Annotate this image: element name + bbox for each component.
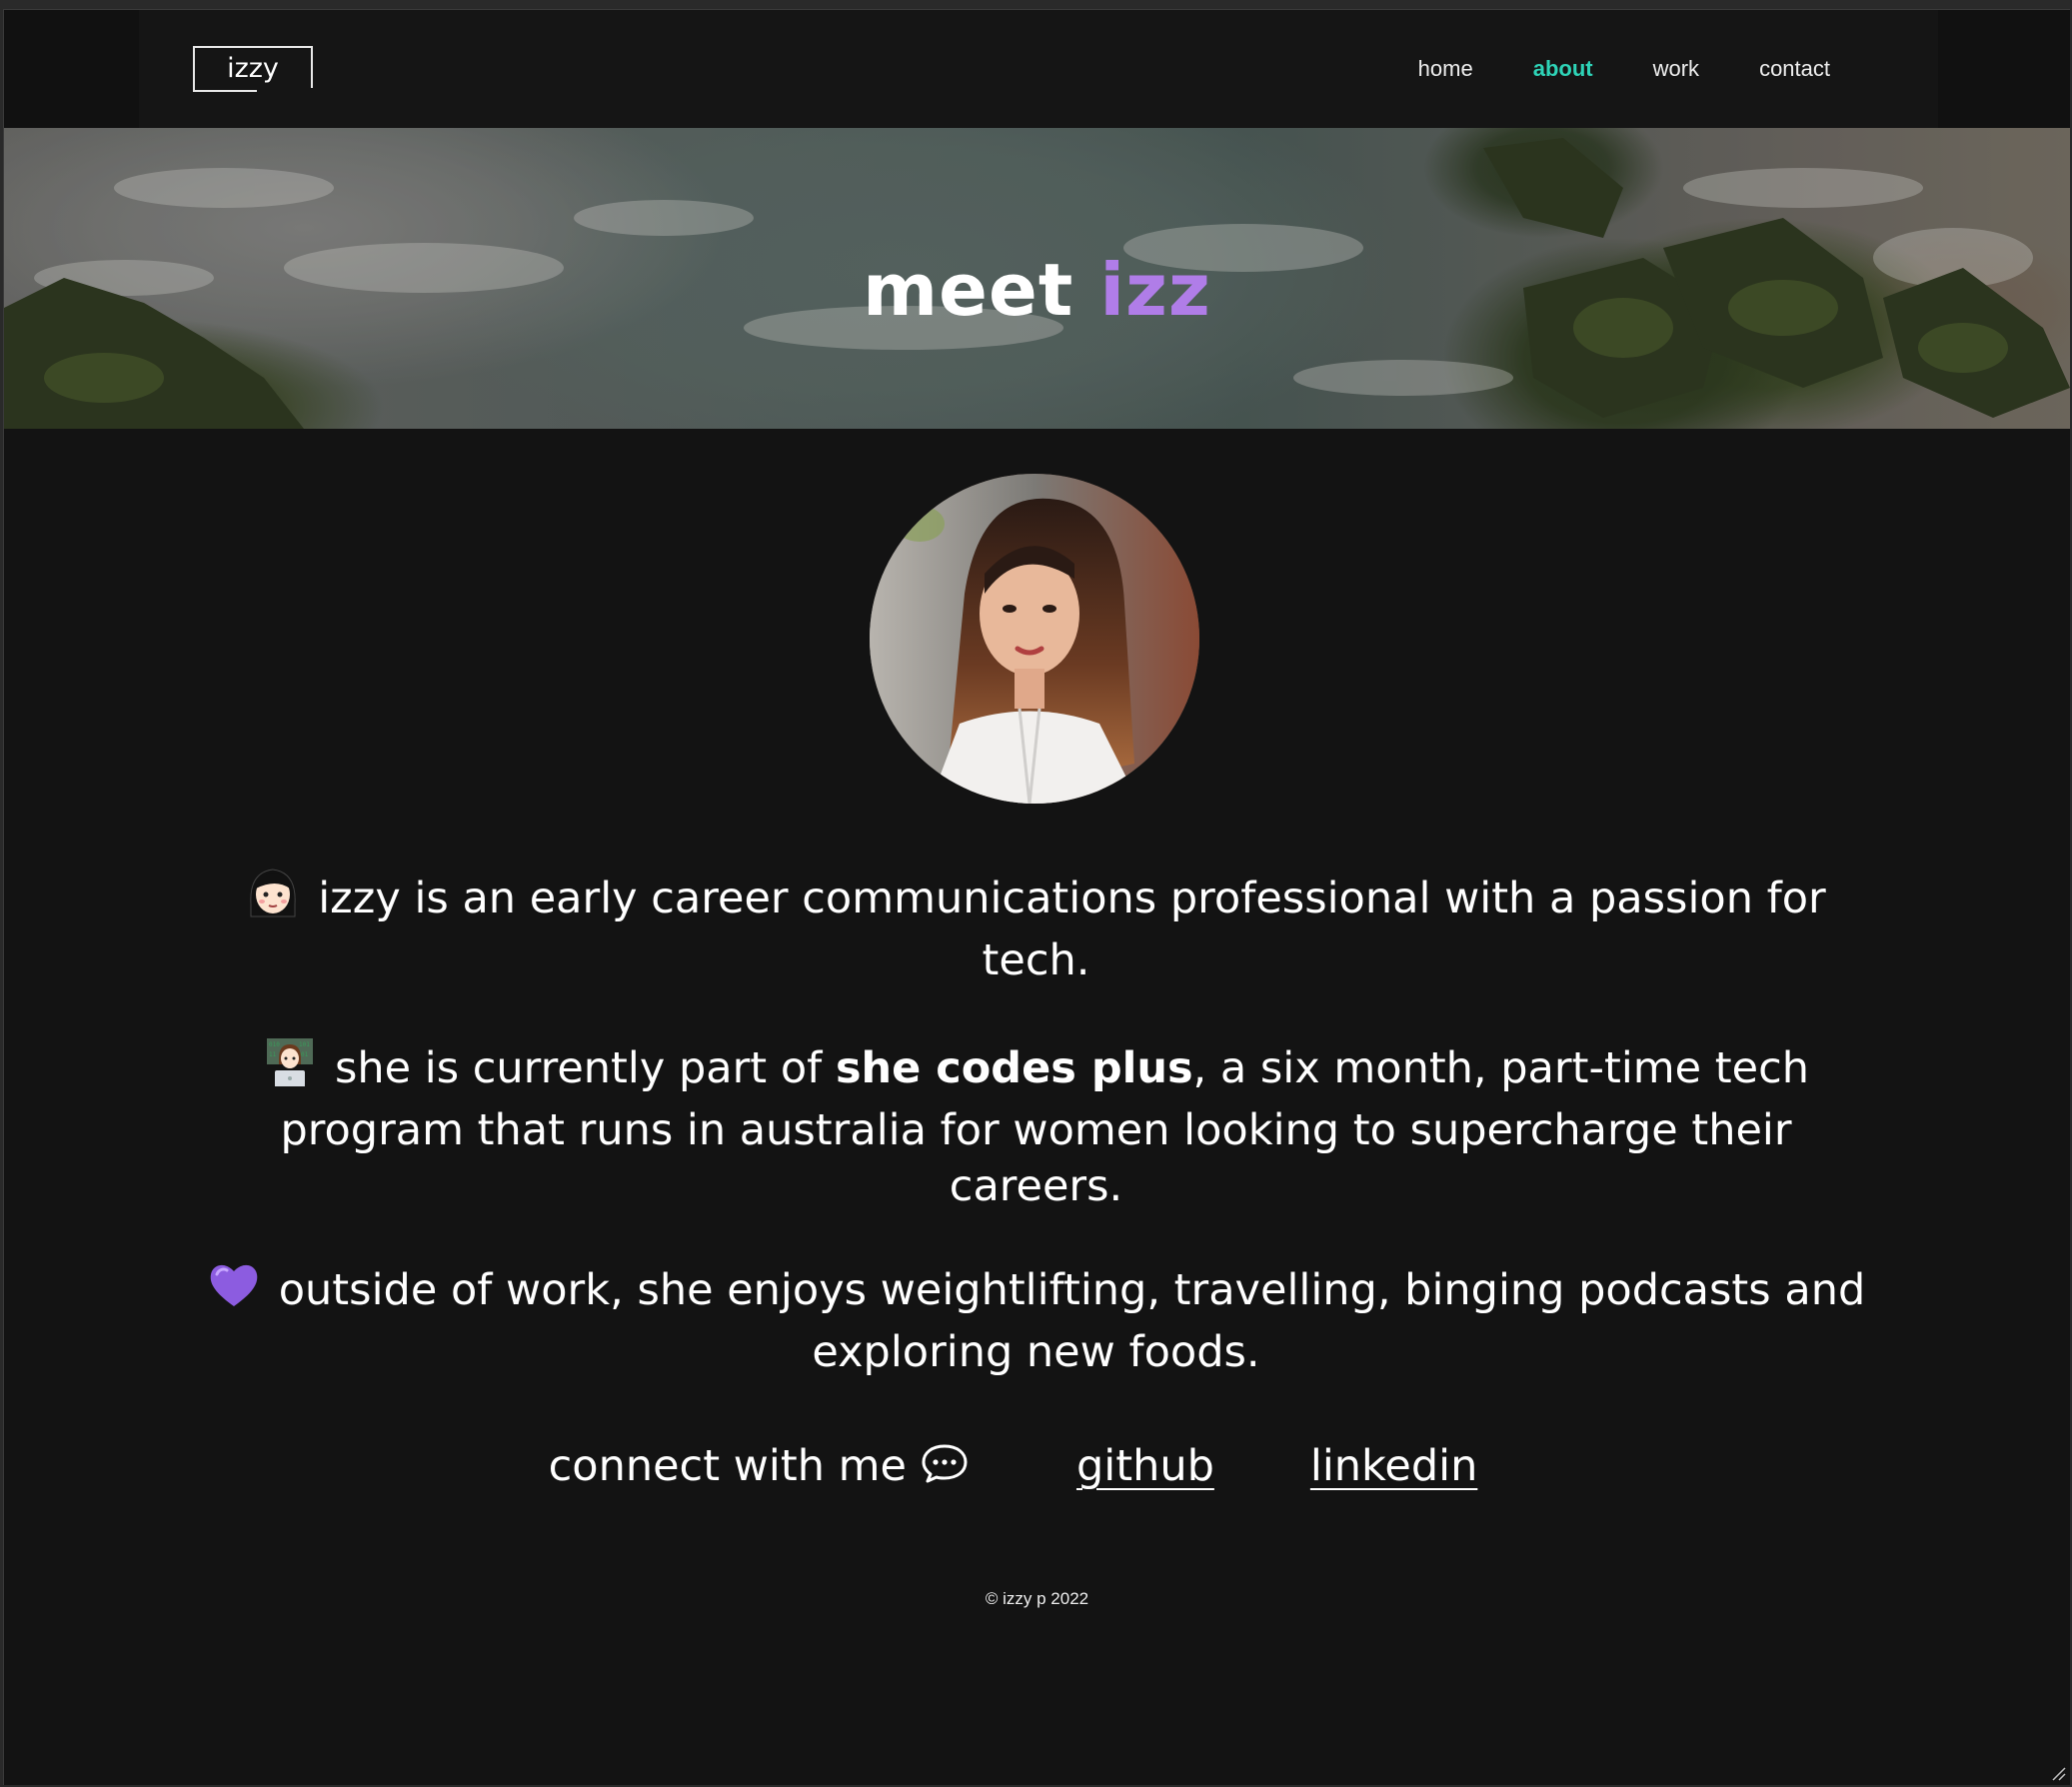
hero-banner: meet izz [4, 128, 2070, 429]
about-paragraph-2-text-before: she is currently part of [334, 1043, 836, 1093]
about-paragraph-3: outside of work, she enjoys weightliftin… [204, 1260, 1868, 1380]
woman-technologist-icon: 010 101 11 01 [263, 1034, 317, 1102]
woman-face-icon [246, 865, 300, 932]
about-paragraph-3-text: outside of work, she enjoys weightliftin… [278, 1265, 1866, 1377]
svg-text:11: 11 [269, 1051, 277, 1058]
hero-title-prefix: meet [863, 248, 1100, 332]
connect-label: connect with me [549, 1441, 969, 1491]
nav-link-contact[interactable]: contact [1759, 56, 1830, 82]
nav-link-about[interactable]: about [1533, 56, 1593, 82]
about-content: izzy is an early career communications p… [204, 865, 1868, 1426]
resize-grip-icon[interactable] [2048, 1763, 2066, 1781]
hero-title: meet izz [4, 248, 2070, 332]
about-paragraph-1: izzy is an early career communications p… [204, 865, 1868, 988]
connect-section: connect with me github linkedin [4, 1441, 2070, 1495]
she-codes-plus: she codes plus [835, 1043, 1193, 1093]
logo-text: izzy [227, 53, 279, 84]
footer-copyright: © izzy p 2022 [985, 1589, 1089, 1608]
navbar: izzy home about work contact [4, 10, 2070, 128]
about-paragraph-2: 010 101 11 01 she is currently part of she… [204, 1034, 1868, 1214]
profile-photo-illustration [870, 474, 1199, 804]
browser-viewport: izzy home about work contact meet izz iz… [3, 9, 2070, 1785]
svg-text:101: 101 [299, 1041, 310, 1048]
purple-heart-icon [207, 1260, 261, 1324]
main-nav: home about work contact [1418, 10, 1830, 128]
github-link[interactable]: github [1076, 1441, 1214, 1491]
speech-bubble-icon [921, 1442, 969, 1495]
nav-link-home[interactable]: home [1418, 56, 1473, 82]
profile-photo [870, 474, 1199, 804]
nav-link-work[interactable]: work [1653, 56, 1699, 82]
svg-text:01: 01 [301, 1051, 309, 1058]
logo[interactable]: izzy [193, 46, 313, 92]
svg-text:010: 010 [269, 1041, 280, 1048]
hero-title-accent: izz [1099, 248, 1211, 332]
about-paragraph-1-text: izzy is an early career communications p… [318, 874, 1826, 985]
linkedin-link[interactable]: linkedin [1310, 1441, 1477, 1491]
